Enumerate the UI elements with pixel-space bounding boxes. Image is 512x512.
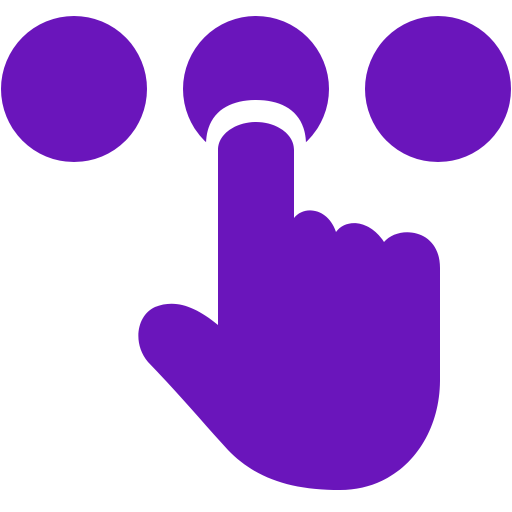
dot-left-icon: [1, 16, 147, 162]
dot-right-icon: [365, 16, 511, 162]
pointing-hand-icon: [138, 122, 440, 490]
tap-gesture-icon: [1, 16, 511, 490]
tap-gesture-icon-canvas: [0, 0, 512, 512]
